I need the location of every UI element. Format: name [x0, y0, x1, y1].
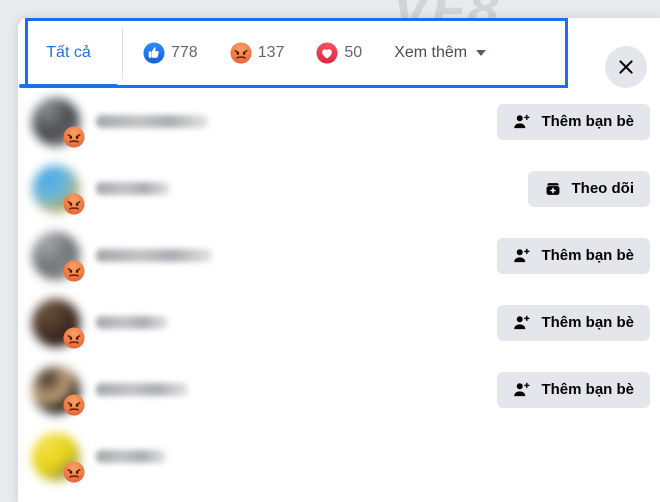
tab-angry-count: 137 [257, 44, 285, 61]
screenshot-root: VF8 Tất cả [0, 0, 660, 502]
reactor-name[interactable] [96, 316, 168, 329]
tab-love[interactable]: 50 [300, 18, 378, 88]
angry-icon [63, 259, 85, 282]
background-watermark: VF8 [392, 0, 501, 18]
add-friend-label: Thêm bạn bè [541, 314, 634, 331]
person-add-icon [513, 247, 531, 265]
person-add-icon [513, 381, 531, 399]
reactor-name[interactable] [96, 115, 208, 128]
reactor-name[interactable] [96, 383, 188, 396]
avatar[interactable] [32, 97, 85, 148]
person-add-icon [513, 314, 531, 332]
tab-all-label: Tất cả [46, 44, 91, 61]
reactions-dialog: Tất cả 778 137 50 Xem thêm Thêm bạn bè T… [18, 18, 660, 502]
table-row[interactable]: Thêm bạn bè [18, 289, 660, 356]
close-button[interactable] [605, 46, 647, 88]
tab-divider [122, 27, 123, 79]
table-row[interactable] [18, 423, 660, 490]
tab-see-more-label: Xem thêm [394, 44, 468, 61]
tab-like[interactable]: 778 [127, 18, 214, 88]
table-row[interactable]: Thêm bạn bè [18, 356, 660, 423]
like-icon [143, 42, 165, 64]
add-friend-button[interactable]: Thêm bạn bè [497, 237, 650, 274]
close-icon [617, 58, 635, 76]
love-icon [316, 42, 338, 64]
add-friend-label: Thêm bạn bè [541, 381, 634, 398]
reactor-name[interactable] [96, 450, 166, 463]
tab-angry[interactable]: 137 [214, 18, 301, 88]
tab-all[interactable]: Tất cả [18, 18, 119, 88]
add-friend-label: Thêm bạn bè [541, 113, 634, 130]
person-add-icon [513, 113, 531, 131]
reactor-name[interactable] [96, 249, 212, 262]
angry-icon [63, 326, 85, 349]
angry-icon [63, 125, 85, 148]
add-friend-label: Thêm bạn bè [541, 247, 634, 264]
reactors-list[interactable]: Thêm bạn bè Theo dõi Thêm bạn bè Thêm bạ… [18, 88, 660, 502]
angry-icon [230, 42, 252, 64]
follow-label: Theo dõi [571, 180, 635, 197]
follow-button[interactable]: Theo dõi [527, 170, 650, 207]
avatar[interactable] [32, 432, 85, 483]
add-friend-button[interactable]: Thêm bạn bè [497, 371, 650, 408]
angry-icon [63, 460, 85, 483]
table-row[interactable]: Thêm bạn bè [18, 88, 660, 155]
avatar[interactable] [32, 164, 85, 215]
backdrop-left-strip [0, 18, 18, 502]
reaction-tabbar: Tất cả 778 137 50 Xem thêm [18, 18, 660, 88]
angry-icon [63, 393, 85, 416]
table-row[interactable]: Thêm bạn bè [18, 222, 660, 289]
avatar[interactable] [32, 231, 85, 282]
add-friend-button[interactable]: Thêm bạn bè [497, 304, 650, 341]
follow-plus-icon [544, 180, 562, 198]
angry-icon [63, 192, 85, 215]
tab-see-more[interactable]: Xem thêm [378, 18, 502, 88]
reactor-name[interactable] [96, 182, 170, 195]
chevron-down-icon [476, 50, 487, 56]
avatar[interactable] [32, 365, 85, 416]
no-action-placeholder [649, 456, 650, 457]
tab-like-count: 778 [171, 44, 198, 61]
avatar[interactable] [32, 298, 85, 349]
add-friend-button[interactable]: Thêm bạn bè [497, 103, 650, 140]
backdrop-top-strip: VF8 [0, 0, 660, 18]
tab-love-count: 50 [344, 44, 363, 61]
table-row[interactable]: Theo dõi [18, 155, 660, 222]
